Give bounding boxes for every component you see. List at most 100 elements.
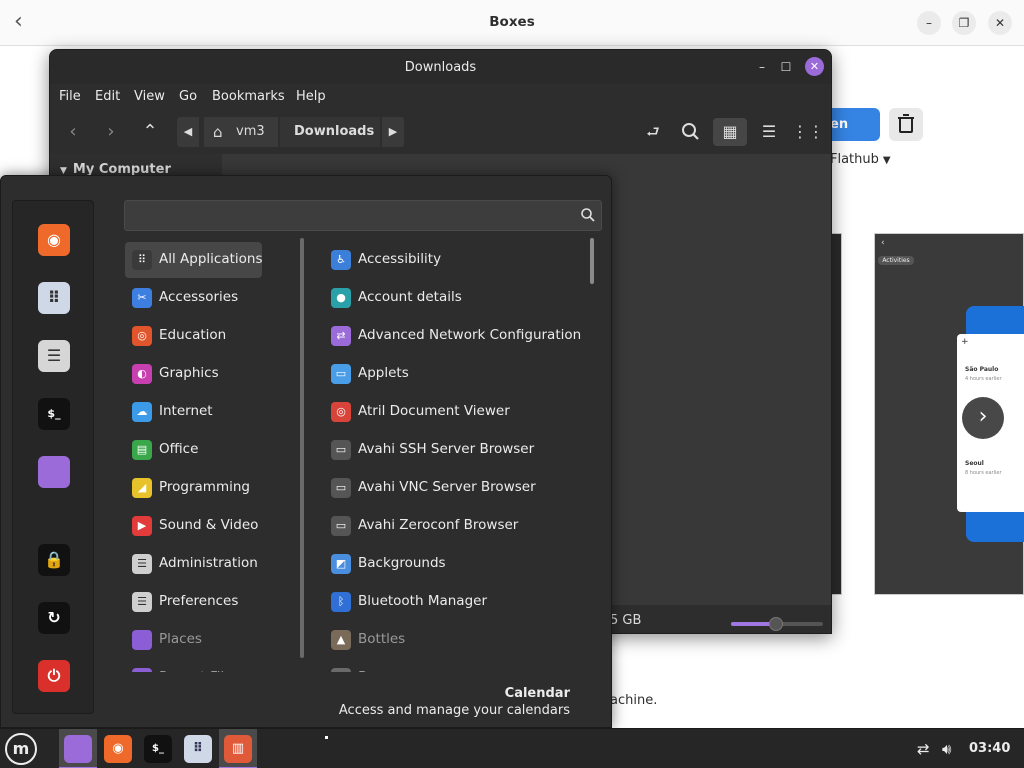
trash-icon [898,114,914,133]
maximize-icon[interactable]: ☐ [777,58,795,76]
application-item[interactable]: ◩ Backgrounds [325,546,595,582]
category-label: Administration [159,555,258,571]
monitor-icon: ▭ [331,440,351,460]
network-icon: ⇄ [331,326,351,346]
breadcrumb-left-icon[interactable]: ◀ [177,117,199,147]
up-icon[interactable]: ⌃ [136,118,164,146]
application-item[interactable]: ♿ Accessibility [325,242,595,278]
boxes-icon: ▣ [331,668,351,672]
clock[interactable]: 03:40 [969,741,1010,756]
menu-file[interactable]: File [59,89,81,104]
category-item[interactable]: ☰ Preferences [125,584,262,620]
taskbar-files-button[interactable] [59,729,97,768]
menu-help[interactable]: Help [296,89,326,104]
search-input[interactable] [124,200,602,231]
category-label: All Applications [159,251,263,267]
minimize-button[interactable]: – [917,11,941,35]
menu-go[interactable]: Go [179,89,197,104]
toggle-location-icon[interactable]: ⮐ [639,118,667,146]
terminal-icon[interactable]: $_ [38,398,70,430]
category-item[interactable]: Places [125,622,262,658]
network-icon[interactable]: ⇄ [917,740,930,758]
applets-icon: ▭ [331,364,351,384]
window-titlebar[interactable]: Downloads – ☐ ✕ [50,50,831,84]
files-icon[interactable] [38,456,70,488]
category-scrollbar[interactable] [300,238,304,658]
firefox-icon[interactable]: ◉ [38,224,70,256]
application-menu: ◉ ⠿ ☰ $_ 🔒 ↻ ⏻ ⠿ All Applications ✂ Accessories ◎ E… [0,175,612,728]
lock-screen-icon[interactable]: 🔒 [38,544,70,576]
back-icon[interactable]: ‹ [59,118,87,146]
account-icon: ● [331,288,351,308]
backgrounds-icon: ◩ [331,554,351,574]
thumb-city-sub: 4 hours earlier [965,376,1002,382]
application-item[interactable]: ▭ Applets [325,356,595,392]
category-item[interactable]: ◢ Programming [125,470,262,506]
list-view-icon[interactable]: ☰ [752,118,786,146]
application-item[interactable]: ᛒ Bluetooth Manager [325,584,595,620]
category-item[interactable]: ▶ Sound & Video [125,508,262,544]
menu-bookmarks[interactable]: Bookmarks [212,89,285,104]
close-button[interactable]: ✕ [988,11,1012,35]
breadcrumb-current[interactable]: Downloads [280,117,380,147]
application-label: Applets [358,365,409,381]
application-item[interactable]: ⇄ Advanced Network Configuration [325,318,595,354]
taskbar-terminal-icon: $_ [144,735,172,763]
category-label: Programming [159,479,250,495]
category-label: Preferences [159,593,239,609]
application-label: Boxes [358,669,398,672]
application-item[interactable]: ◎ Atril Document Viewer [325,394,595,430]
category-item[interactable]: ▤ Office [125,432,262,468]
category-item[interactable]: ☰ Administration [125,546,262,582]
software-manager-icon[interactable]: ⠿ [38,282,70,314]
forward-icon[interactable]: › [97,118,125,146]
taskbar-firefox-button[interactable]: ◉ [99,729,137,768]
category-item[interactable]: ⠿ All Applications [125,242,263,278]
category-item[interactable]: Recent Files [125,660,262,672]
application-item[interactable]: ▭ Avahi Zeroconf Browser [325,508,595,544]
volume-icon[interactable]: 🔊︎ [942,740,951,758]
thumb-city: São Paulo [965,366,999,373]
category-item[interactable]: ◎ Education [125,318,262,354]
compact-view-icon[interactable]: ⋮⋮ [791,118,825,146]
breadcrumb-home[interactable]: ⌂ vm3 [204,117,278,147]
maximize-button[interactable]: ❐ [952,11,976,35]
application-item[interactable]: ● Account details [325,280,595,316]
menu-button[interactable]: m [5,733,37,765]
carousel-next-button[interactable]: › [962,397,1004,439]
application-label: Advanced Network Configuration [358,327,582,343]
code-icon: ◢ [132,478,152,498]
taskbar-software-button[interactable]: ⠿ [179,729,217,768]
application-label: Bluetooth Manager [358,593,488,609]
minimize-icon[interactable]: – [753,58,771,76]
menu-view[interactable]: View [134,89,165,104]
category-item[interactable]: ☁ Internet [125,394,262,430]
mint-logo-icon: m [12,739,30,758]
source-dropdown[interactable]: Flathub ▼ [830,152,891,167]
app-description-title: Calendar [504,686,570,701]
menu-edit[interactable]: Edit [95,89,120,104]
taskbar-firefox-icon: ◉ [104,735,132,763]
taskbar-terminal-button[interactable]: $_ [139,729,177,768]
search-icon[interactable] [677,118,705,146]
application-item[interactable]: ▲ Bottles [325,622,595,658]
application-item[interactable]: ▭ Avahi VNC Server Browser [325,470,595,506]
zoom-slider-handle[interactable] [769,617,784,631]
close-icon[interactable]: ✕ [805,57,824,76]
category-item[interactable]: ◐ Graphics [125,356,262,392]
application-item[interactable]: ▣ Boxes [325,660,595,672]
category-item[interactable]: ✂ Accessories [125,280,262,316]
application-item[interactable]: ▭ Avahi SSH Server Browser [325,432,595,468]
delete-button[interactable] [889,108,923,141]
taskbar-boxes-button[interactable]: ▥ [219,729,257,768]
settings-icon[interactable]: ☰ [38,340,70,372]
category-label: Recent Files [159,669,240,672]
logout-icon[interactable]: ↻ [38,602,70,634]
application-label: Account details [358,289,462,305]
icon-view-icon[interactable]: ▦ [713,118,747,146]
application-scrollbar[interactable] [590,238,594,284]
breadcrumb-right-icon[interactable]: ▶ [382,117,404,147]
shutdown-icon[interactable]: ⏻ [38,660,70,692]
category-label: Office [159,441,199,457]
taskbar-boxes-icon: ▥ [224,735,252,763]
